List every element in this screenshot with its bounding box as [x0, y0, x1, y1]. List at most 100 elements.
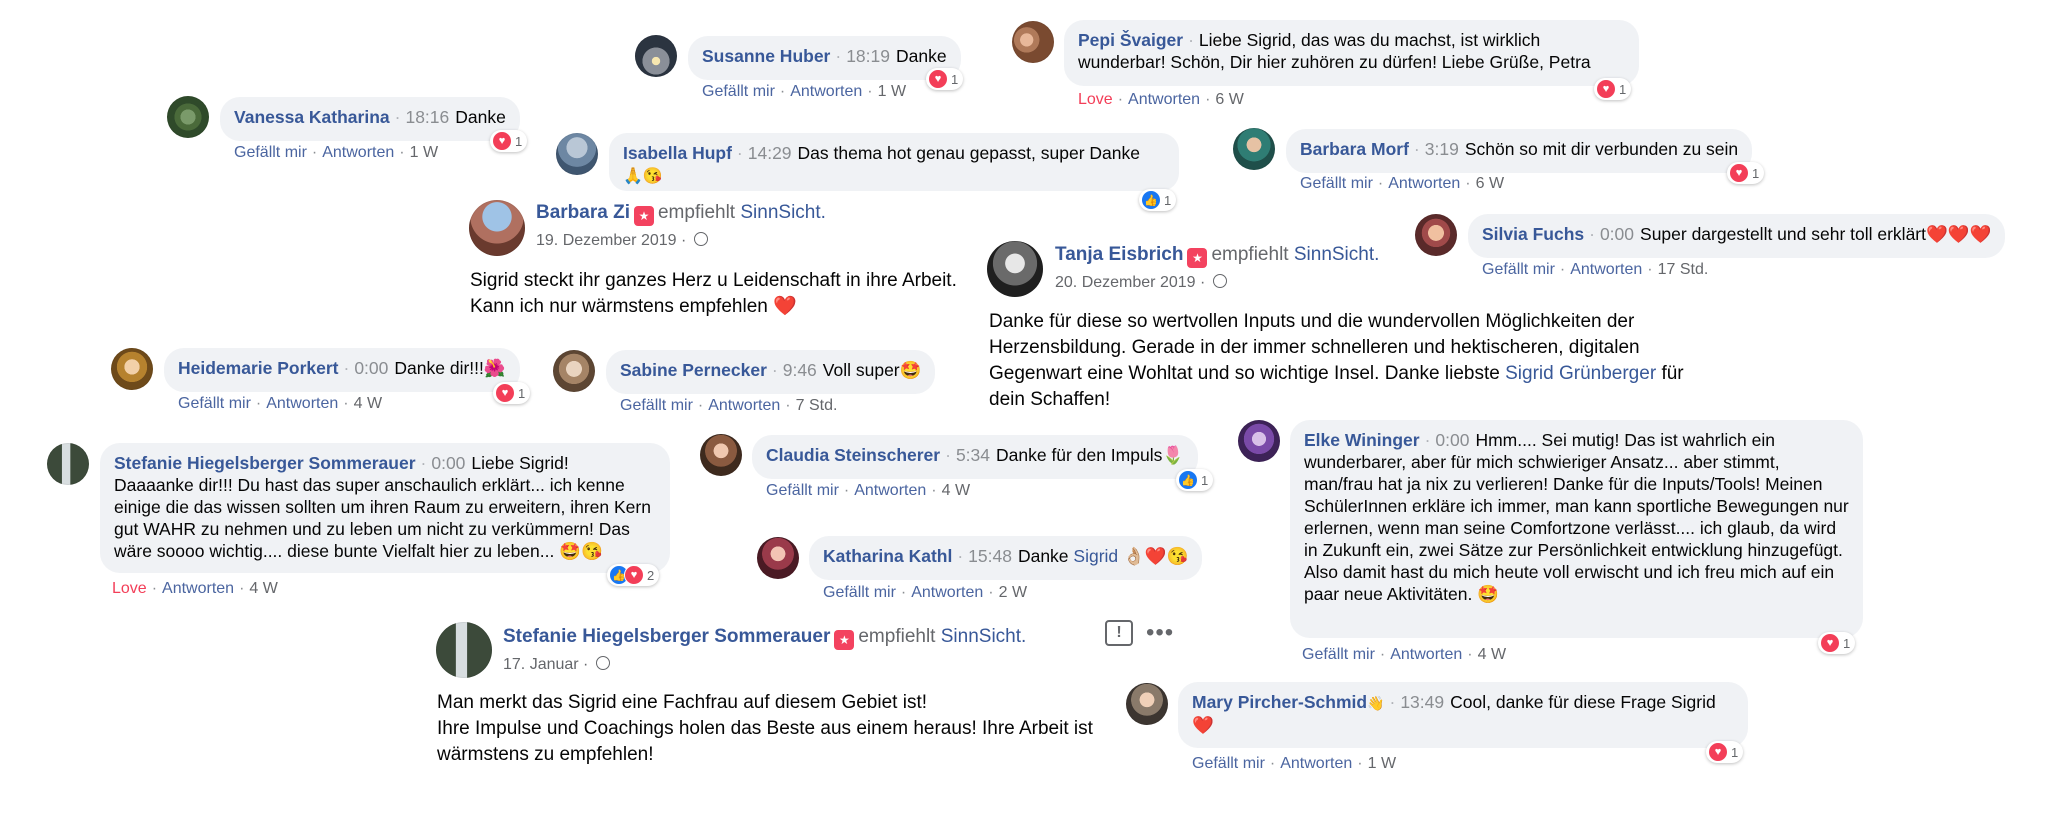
avatar[interactable]	[987, 241, 1043, 297]
comment-time[interactable]: 15:48	[968, 546, 1012, 566]
reply-link[interactable]: Antworten	[854, 482, 926, 499]
avatar[interactable]	[556, 133, 598, 175]
like-link[interactable]: Gefällt mir	[1482, 261, 1555, 278]
reply-link[interactable]: Antworten	[322, 144, 394, 161]
avatar[interactable]	[1126, 683, 1168, 725]
like-link[interactable]: Gefällt mir	[234, 144, 307, 161]
reaction-summary[interactable]: ♥ 1	[1594, 78, 1632, 100]
reply-link[interactable]: Antworten	[1128, 91, 1200, 108]
comment-age[interactable]: 6 W	[1476, 175, 1504, 192]
reply-link[interactable]: Antworten	[1570, 261, 1642, 278]
avatar[interactable]	[1238, 420, 1280, 462]
comment-time[interactable]: 0:00	[1600, 224, 1634, 244]
comment-author[interactable]: Barbara Morf	[1300, 139, 1409, 159]
page-link[interactable]: SinnSicht.	[941, 626, 1027, 647]
avatar[interactable]	[1233, 128, 1275, 170]
comment-time[interactable]: 5:34	[956, 445, 990, 465]
reaction-summary[interactable]: 👍 ♥ 2	[607, 564, 660, 586]
comment-time[interactable]: 0:00	[354, 358, 388, 378]
comment-age[interactable]: 6 W	[1215, 91, 1243, 108]
comment-author[interactable]: Silvia Fuchs	[1482, 224, 1584, 244]
reaction-summary[interactable]: ♥ 1	[1706, 741, 1744, 763]
more-options-icon[interactable]: •••	[1146, 619, 1174, 647]
like-link[interactable]: Gefällt mir	[1192, 755, 1265, 772]
avatar[interactable]	[757, 537, 799, 579]
comment-time[interactable]: 13:49	[1400, 692, 1444, 712]
comment-age[interactable]: 1 W	[1368, 755, 1396, 772]
post-date[interactable]: 17. Januar	[503, 656, 579, 673]
love-link[interactable]: Love	[1078, 91, 1113, 108]
comment-age[interactable]: 4 W	[249, 580, 277, 597]
comment-age[interactable]: 4 W	[942, 482, 970, 499]
reaction-summary[interactable]: 👍 1	[1176, 469, 1214, 491]
comment-time[interactable]: 18:16	[405, 107, 449, 127]
love-link[interactable]: Love	[112, 580, 147, 597]
comment-author[interactable]: Heidemarie Porkert	[178, 358, 339, 378]
reply-link[interactable]: Antworten	[1280, 755, 1352, 772]
reply-link[interactable]: Antworten	[1390, 646, 1462, 663]
reaction-summary[interactable]: ♥ 1	[493, 382, 531, 404]
comment-author[interactable]: Susanne Huber	[702, 46, 830, 66]
comment-author[interactable]: Katharina Kathl	[823, 546, 952, 566]
reply-link[interactable]: Antworten	[266, 395, 338, 412]
comment-age[interactable]: 4 W	[1478, 646, 1506, 663]
comment-age[interactable]: 7 Std.	[796, 397, 838, 414]
like-link[interactable]: Gefällt mir	[702, 83, 775, 100]
page-link[interactable]: SinnSicht.	[1294, 244, 1380, 265]
comment-author[interactable]: Pepi Švaiger	[1078, 30, 1183, 50]
comment-time[interactable]: 18:19	[846, 46, 890, 66]
like-link[interactable]: Gefällt mir	[766, 482, 839, 499]
reaction-summary[interactable]: ♥ 1	[926, 68, 964, 90]
avatar[interactable]	[553, 350, 595, 392]
comment-time[interactable]: 9:46	[783, 360, 817, 380]
post-date[interactable]: 19. Dezember 2019	[536, 232, 677, 249]
reply-link[interactable]: Antworten	[162, 580, 234, 597]
avatar[interactable]	[635, 35, 677, 77]
recommender-name[interactable]: Barbara Zi	[536, 202, 630, 223]
report-icon[interactable]: !	[1105, 620, 1133, 646]
reaction-summary[interactable]: ♥ 1	[1818, 632, 1856, 654]
comment-time[interactable]: 0:00	[1435, 430, 1469, 450]
reply-link[interactable]: Antworten	[911, 584, 983, 601]
avatar[interactable]	[167, 96, 209, 138]
comment-author[interactable]: Claudia Steinscherer	[766, 445, 940, 465]
comment-author[interactable]: Sabine Pernecker	[620, 360, 767, 380]
like-link[interactable]: Gefällt mir	[1300, 175, 1373, 192]
avatar[interactable]	[469, 200, 525, 256]
comment-age[interactable]: 1 W	[410, 144, 438, 161]
avatar[interactable]	[436, 622, 492, 678]
comment-time[interactable]: 0:00	[431, 453, 465, 473]
comment-author[interactable]: Isabella Hupf	[623, 143, 732, 163]
comment-age[interactable]: 17 Std.	[1658, 261, 1709, 278]
recommender-name[interactable]: Stefanie Hiegelsberger Sommerauer	[503, 626, 830, 647]
avatar[interactable]	[1415, 214, 1457, 256]
avatar[interactable]	[47, 443, 89, 485]
reply-link[interactable]: Antworten	[708, 397, 780, 414]
comment-age[interactable]: 2 W	[999, 584, 1027, 601]
like-link[interactable]: Gefällt mir	[620, 397, 693, 414]
reply-link[interactable]: Antworten	[1388, 175, 1460, 192]
comment-author[interactable]: Vanessa Katharina	[234, 107, 390, 127]
like-link[interactable]: Gefällt mir	[823, 584, 896, 601]
avatar[interactable]	[1012, 21, 1054, 63]
comment-author[interactable]: Mary Pircher-Schmid	[1192, 692, 1367, 712]
post-date[interactable]: 20. Dezember 2019	[1055, 274, 1196, 291]
reaction-summary[interactable]: ♥ 1	[490, 130, 528, 152]
comment-age[interactable]: 4 W	[354, 395, 382, 412]
like-link[interactable]: Gefällt mir	[178, 395, 251, 412]
reply-link[interactable]: Antworten	[790, 83, 862, 100]
mention-link[interactable]: Sigrid	[1073, 546, 1118, 566]
comment-age[interactable]: 1 W	[878, 83, 906, 100]
like-link[interactable]: Gefällt mir	[1302, 646, 1375, 663]
avatar[interactable]	[111, 348, 153, 390]
comment-time[interactable]: 14:29	[748, 143, 792, 163]
reaction-summary[interactable]: ♥ 1	[1727, 162, 1765, 184]
comment-time[interactable]: 3:19	[1425, 139, 1459, 159]
mention-link[interactable]: Sigrid Grünberger	[1505, 363, 1656, 384]
recommender-name[interactable]: Tanja Eisbrich	[1055, 244, 1183, 265]
reaction-summary[interactable]: 👍 1	[1139, 189, 1177, 211]
comment-author[interactable]: Elke Wininger	[1304, 430, 1420, 450]
comment-author[interactable]: Stefanie Hiegelsberger Sommerauer	[114, 453, 416, 473]
avatar[interactable]	[700, 434, 742, 476]
page-link[interactable]: SinnSicht.	[740, 202, 826, 223]
